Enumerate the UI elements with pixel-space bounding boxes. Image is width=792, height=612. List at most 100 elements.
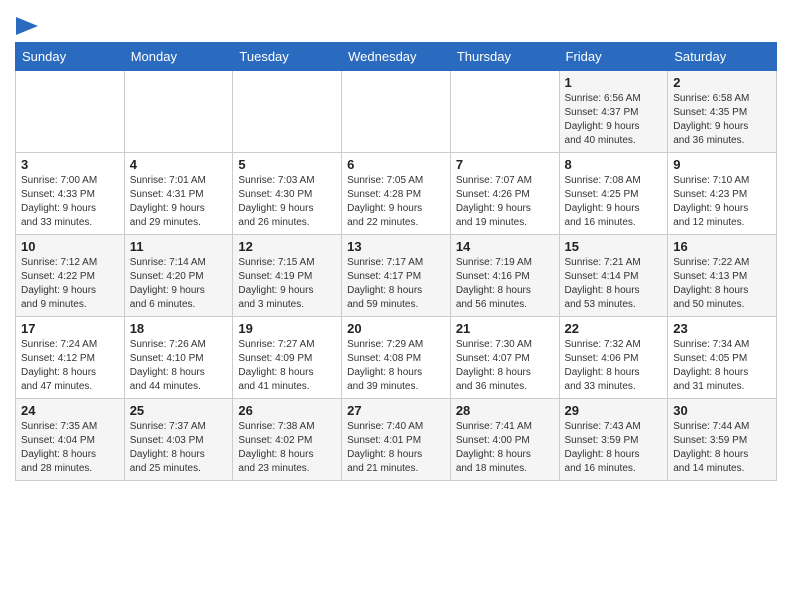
day-number: 30 (673, 403, 771, 418)
day-cell: 24 Sunrise: 7:35 AM Sunset: 4:04 PM Dayli… (16, 398, 125, 480)
day-info: Sunrise: 7:08 AM Sunset: 4:25 PM Dayligh… (565, 174, 663, 230)
day-info: Sunrise: 7:32 AM Sunset: 4:06 PM Dayligh… (565, 338, 663, 394)
day-info: Sunrise: 7:26 AM Sunset: 4:10 PM Dayligh… (130, 338, 228, 394)
calendar-table: SundayMondayTuesdayWednesdayThursdayFrid… (15, 42, 777, 481)
day-cell: 23Sunrise: 7:34 AM Sunset: 4:05 PM Dayli… (668, 316, 777, 398)
day-cell: 19 Sunrise: 7:27 AM Sunset: 4:09 PM Dayli… (233, 316, 342, 398)
week-row-3: 17 Sunrise: 7:24 AM Sunset: 4:12 PM Dayli… (16, 316, 777, 398)
day-cell: 27 Sunrise: 7:40 AM Sunset: 4:01 PM Dayli… (342, 398, 451, 480)
header-thursday: Thursday (450, 42, 559, 70)
day-cell: 3 Sunrise: 7:00 AM Sunset: 4:33 PM Daylig… (16, 152, 125, 234)
day-info: Sunrise: 7:17 AM Sunset: 4:17 PM Dayligh… (347, 256, 445, 312)
day-cell: 15 Sunrise: 7:21 AM Sunset: 4:14 PM Dayli… (559, 234, 668, 316)
day-cell: 25 Sunrise: 7:37 AM Sunset: 4:03 PM Dayli… (124, 398, 233, 480)
day-info: Sunrise: 7:37 AM Sunset: 4:03 PM Dayligh… (130, 420, 228, 476)
day-cell: 17 Sunrise: 7:24 AM Sunset: 4:12 PM Dayli… (16, 316, 125, 398)
day-cell: 18Sunrise: 7:26 AM Sunset: 4:10 PM Dayli… (124, 316, 233, 398)
day-info: Sunrise: 7:10 AM Sunset: 4:23 PM Dayligh… (673, 174, 771, 230)
week-row-0: 1 Sunrise: 6:56 AM Sunset: 4:37 PM Daylig… (16, 70, 777, 152)
logo (15, 15, 38, 34)
day-number: 1 (565, 75, 663, 90)
day-number: 29 (565, 403, 663, 418)
day-info: Sunrise: 7:00 AM Sunset: 4:33 PM Dayligh… (21, 174, 119, 230)
day-cell (124, 70, 233, 152)
day-number: 19 (238, 321, 336, 336)
day-info: Sunrise: 7:44 AM Sunset: 3:59 PM Dayligh… (673, 420, 771, 476)
header-row: SundayMondayTuesdayWednesdayThursdayFrid… (16, 42, 777, 70)
day-info: Sunrise: 7:34 AM Sunset: 4:05 PM Dayligh… (673, 338, 771, 394)
day-number: 21 (456, 321, 554, 336)
day-cell: 21 Sunrise: 7:30 AM Sunset: 4:07 PM Dayli… (450, 316, 559, 398)
day-cell: 11Sunrise: 7:14 AM Sunset: 4:20 PM Dayli… (124, 234, 233, 316)
calendar-header: SundayMondayTuesdayWednesdayThursdayFrid… (16, 42, 777, 70)
day-number: 6 (347, 157, 445, 172)
day-info: Sunrise: 7:38 AM Sunset: 4:02 PM Dayligh… (238, 420, 336, 476)
day-cell (233, 70, 342, 152)
day-cell: 1 Sunrise: 6:56 AM Sunset: 4:37 PM Daylig… (559, 70, 668, 152)
day-cell: 8 Sunrise: 7:08 AM Sunset: 4:25 PM Daylig… (559, 152, 668, 234)
day-info: Sunrise: 6:56 AM Sunset: 4:37 PM Dayligh… (565, 92, 663, 148)
day-cell: 13Sunrise: 7:17 AM Sunset: 4:17 PM Dayli… (342, 234, 451, 316)
day-number: 17 (21, 321, 119, 336)
week-row-1: 3 Sunrise: 7:00 AM Sunset: 4:33 PM Daylig… (16, 152, 777, 234)
day-number: 8 (565, 157, 663, 172)
day-cell: 29 Sunrise: 7:43 AM Sunset: 3:59 PM Dayli… (559, 398, 668, 480)
day-info: Sunrise: 7:43 AM Sunset: 3:59 PM Dayligh… (565, 420, 663, 476)
day-cell (16, 70, 125, 152)
day-info: Sunrise: 7:15 AM Sunset: 4:19 PM Dayligh… (238, 256, 336, 312)
day-cell (450, 70, 559, 152)
day-cell: 5 Sunrise: 7:03 AM Sunset: 4:30 PM Daylig… (233, 152, 342, 234)
logo-text (15, 15, 38, 36)
day-cell: 2Sunrise: 6:58 AM Sunset: 4:35 PM Daylig… (668, 70, 777, 152)
day-number: 3 (21, 157, 119, 172)
day-number: 9 (673, 157, 771, 172)
day-info: Sunrise: 7:01 AM Sunset: 4:31 PM Dayligh… (130, 174, 228, 230)
day-info: Sunrise: 7:27 AM Sunset: 4:09 PM Dayligh… (238, 338, 336, 394)
day-cell: 28 Sunrise: 7:41 AM Sunset: 4:00 PM Dayli… (450, 398, 559, 480)
day-info: Sunrise: 7:40 AM Sunset: 4:01 PM Dayligh… (347, 420, 445, 476)
week-row-4: 24 Sunrise: 7:35 AM Sunset: 4:04 PM Dayli… (16, 398, 777, 480)
day-number: 28 (456, 403, 554, 418)
day-info: Sunrise: 7:41 AM Sunset: 4:00 PM Dayligh… (456, 420, 554, 476)
day-cell: 4Sunrise: 7:01 AM Sunset: 4:31 PM Daylig… (124, 152, 233, 234)
day-cell: 9 Sunrise: 7:10 AM Sunset: 4:23 PM Daylig… (668, 152, 777, 234)
day-number: 26 (238, 403, 336, 418)
day-number: 15 (565, 239, 663, 254)
day-number: 7 (456, 157, 554, 172)
day-info: Sunrise: 7:21 AM Sunset: 4:14 PM Dayligh… (565, 256, 663, 312)
header-wednesday: Wednesday (342, 42, 451, 70)
day-info: Sunrise: 7:12 AM Sunset: 4:22 PM Dayligh… (21, 256, 119, 312)
day-number: 24 (21, 403, 119, 418)
header-monday: Monday (124, 42, 233, 70)
day-cell: 16 Sunrise: 7:22 AM Sunset: 4:13 PM Dayli… (668, 234, 777, 316)
day-number: 14 (456, 239, 554, 254)
week-row-2: 10 Sunrise: 7:12 AM Sunset: 4:22 PM Dayli… (16, 234, 777, 316)
day-info: Sunrise: 7:35 AM Sunset: 4:04 PM Dayligh… (21, 420, 119, 476)
day-cell: 7Sunrise: 7:07 AM Sunset: 4:26 PM Daylig… (450, 152, 559, 234)
header-saturday: Saturday (668, 42, 777, 70)
day-number: 2 (673, 75, 771, 90)
day-number: 27 (347, 403, 445, 418)
day-cell: 20Sunrise: 7:29 AM Sunset: 4:08 PM Dayli… (342, 316, 451, 398)
day-info: Sunrise: 7:03 AM Sunset: 4:30 PM Dayligh… (238, 174, 336, 230)
day-number: 10 (21, 239, 119, 254)
day-cell: 10 Sunrise: 7:12 AM Sunset: 4:22 PM Dayli… (16, 234, 125, 316)
day-info: Sunrise: 7:05 AM Sunset: 4:28 PM Dayligh… (347, 174, 445, 230)
day-number: 5 (238, 157, 336, 172)
day-number: 20 (347, 321, 445, 336)
header-friday: Friday (559, 42, 668, 70)
day-number: 25 (130, 403, 228, 418)
day-info: Sunrise: 7:30 AM Sunset: 4:07 PM Dayligh… (456, 338, 554, 394)
day-number: 16 (673, 239, 771, 254)
day-cell (342, 70, 451, 152)
day-info: Sunrise: 7:19 AM Sunset: 4:16 PM Dayligh… (456, 256, 554, 312)
header-sunday: Sunday (16, 42, 125, 70)
calendar-body: 1 Sunrise: 6:56 AM Sunset: 4:37 PM Daylig… (16, 70, 777, 480)
logo-arrow-icon (16, 17, 38, 35)
day-info: Sunrise: 7:14 AM Sunset: 4:20 PM Dayligh… (130, 256, 228, 312)
day-number: 12 (238, 239, 336, 254)
day-info: Sunrise: 7:22 AM Sunset: 4:13 PM Dayligh… (673, 256, 771, 312)
page-header (15, 10, 777, 34)
day-cell: 30 Sunrise: 7:44 AM Sunset: 3:59 PM Dayli… (668, 398, 777, 480)
day-info: Sunrise: 7:24 AM Sunset: 4:12 PM Dayligh… (21, 338, 119, 394)
